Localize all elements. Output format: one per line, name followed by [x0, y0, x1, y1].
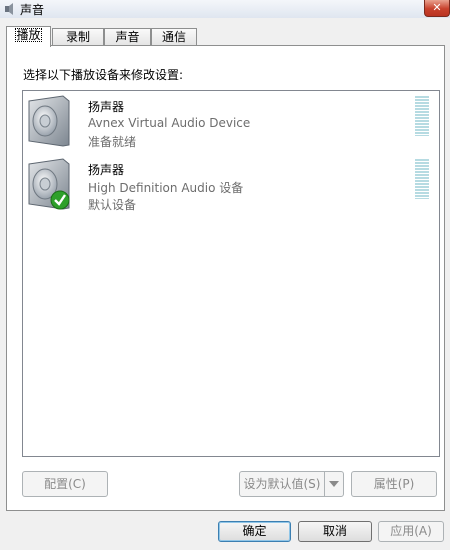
- speaker-icon: [28, 95, 70, 147]
- configure-button[interactable]: 配置(C): [22, 471, 108, 497]
- device-description: High Definition Audio 设备: [88, 181, 244, 195]
- properties-button[interactable]: 属性(P): [351, 471, 437, 497]
- volume-meter: [415, 159, 429, 199]
- set-default-label: 设为默认值(S): [240, 472, 325, 496]
- speaker-icon: [28, 158, 70, 210]
- close-button[interactable]: ✕: [424, 0, 450, 17]
- device-name: 扬声器: [88, 163, 125, 177]
- playback-panel: 选择以下播放设备来修改设置: 扬声器 Avnex Virtual Audio D…: [6, 45, 445, 511]
- device-description: Avnex Virtual Audio Device: [88, 116, 251, 130]
- device-status: 默认设备: [88, 198, 137, 212]
- apply-button[interactable]: 应用(A): [378, 521, 444, 542]
- close-icon: ✕: [432, 1, 442, 14]
- cancel-button[interactable]: 取消: [298, 521, 372, 542]
- speaker-app-icon: [5, 3, 13, 15]
- chevron-down-icon[interactable]: [329, 481, 339, 487]
- instruction-text: 选择以下播放设备来修改设置:: [23, 68, 184, 82]
- device-name: 扬声器: [88, 100, 125, 114]
- window-title: 声音: [20, 3, 45, 17]
- tab-recording[interactable]: 录制: [52, 28, 104, 46]
- device-status: 准备就绪: [88, 135, 137, 149]
- tab-sounds[interactable]: 声音: [104, 28, 151, 46]
- ok-button[interactable]: 确定: [218, 521, 291, 542]
- tab-playback[interactable]: 播放: [6, 26, 51, 47]
- device-list[interactable]: 扬声器 Avnex Virtual Audio Device 准备就绪 扬声器 …: [22, 90, 440, 457]
- device-item-hd-audio[interactable]: 扬声器 High Definition Audio 设备 默认设备: [23, 154, 439, 214]
- default-check-icon: [50, 190, 70, 210]
- title-bar: 声音 ✕: [0, 0, 450, 18]
- device-item-avnex[interactable]: 扬声器 Avnex Virtual Audio Device 准备就绪: [23, 91, 439, 151]
- tab-communications[interactable]: 通信: [151, 28, 197, 46]
- volume-meter: [415, 96, 429, 136]
- set-default-button[interactable]: 设为默认值(S): [239, 471, 344, 497]
